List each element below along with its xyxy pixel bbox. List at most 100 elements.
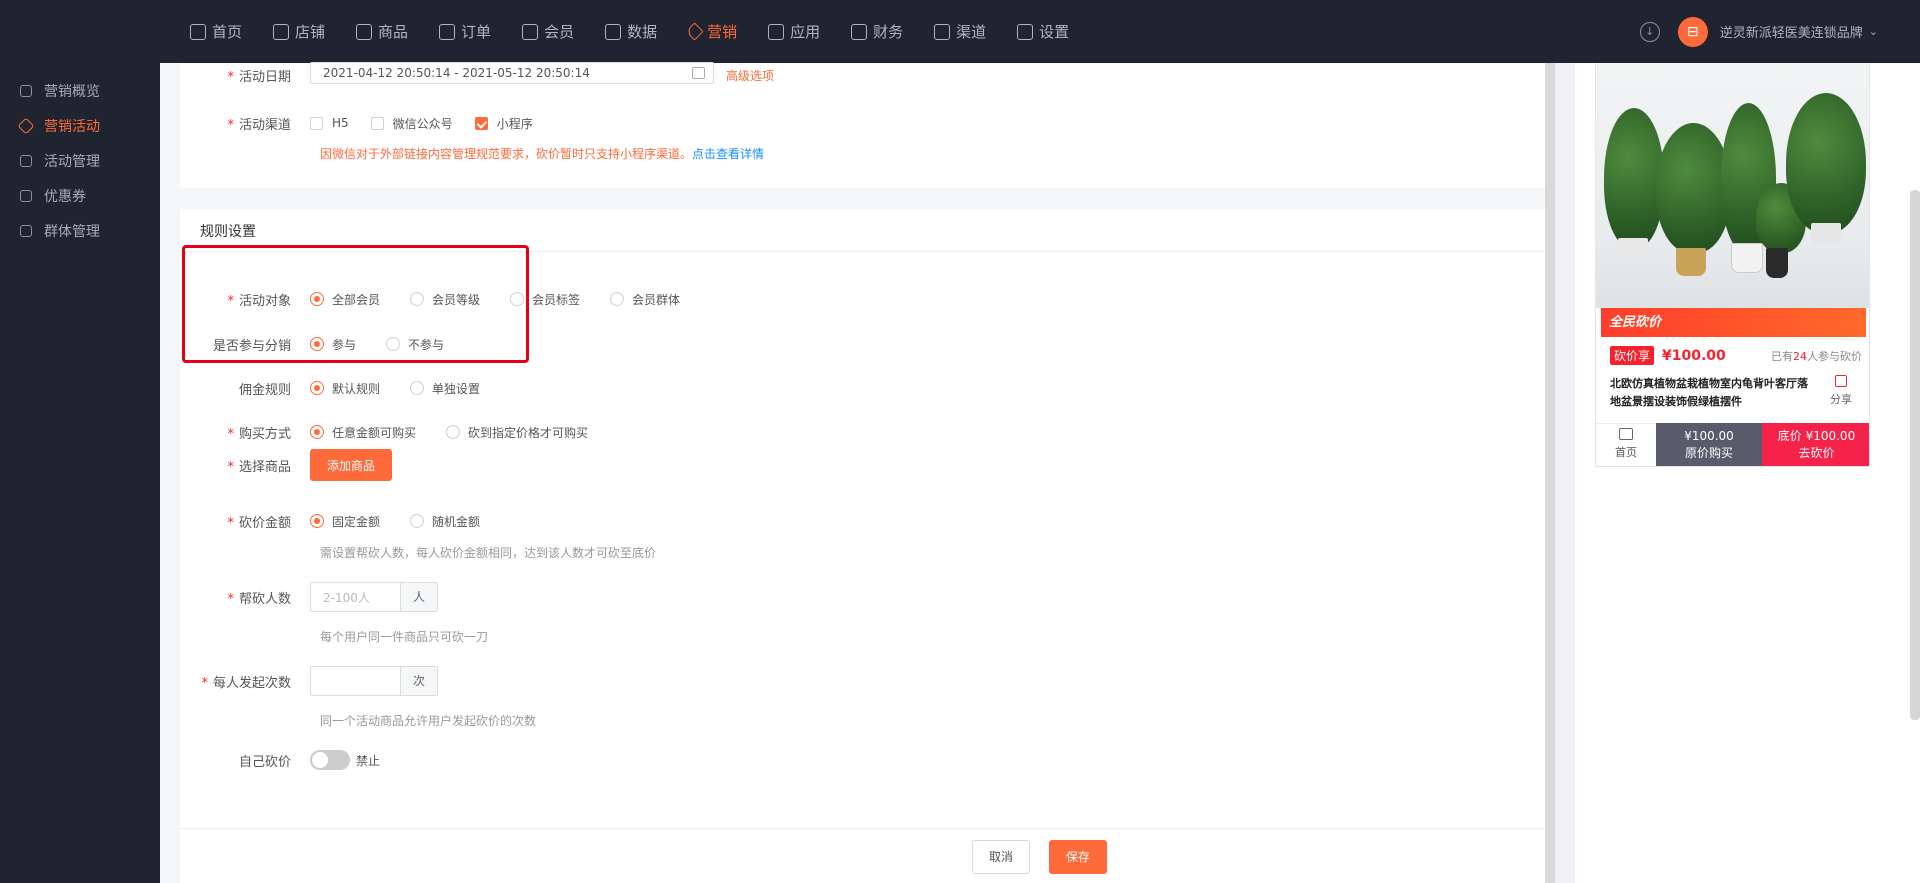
advanced-options-link[interactable]: 高级选项 [726, 67, 774, 84]
store-icon [1619, 428, 1633, 440]
store-name[interactable]: 逆灵新派轻医美连锁品牌 [1720, 22, 1863, 41]
helpers-input-group: 2-100人 人 [310, 582, 438, 612]
main-content: * 活动日期 2021-04-12 20:50:14 - 2021-05-12 2… [160, 62, 1545, 883]
overview-icon [20, 84, 32, 97]
main-scrollbar[interactable] [1545, 63, 1555, 883]
channel-wechat-checkbox[interactable]: 微信公众号 [370, 115, 453, 132]
price-row: 砍价享 ¥100.00 已有24人参与砍价 [1610, 346, 1862, 365]
save-button[interactable]: 保存 [1049, 840, 1107, 874]
radio-purchase-floor[interactable]: 砍到指定价格才可购买 [446, 424, 588, 441]
member-icon [522, 23, 539, 40]
gear-icon [1017, 23, 1034, 40]
nav-item-finance[interactable]: 财务 [851, 21, 903, 42]
plant-leaves [1656, 123, 1731, 253]
nav-item-settings[interactable]: 设置 [1017, 21, 1069, 42]
helpers-row: * 帮砍人数 2-100人 人 [180, 582, 438, 612]
plant-pot [1811, 223, 1841, 245]
commission-row: 佣金规则 默认规则 单独设置 [238, 380, 481, 398]
finance-icon [851, 23, 868, 40]
channel-miniprogram-checkbox[interactable]: 小程序 [474, 115, 533, 132]
plant-pot [1766, 248, 1788, 278]
radio-amount-random[interactable]: 随机金额 [410, 513, 480, 530]
view-details-link[interactable]: 点击查看详情 [692, 147, 764, 161]
product-title: 北欧仿真植物盆栽植物室内龟背叶客厅落 地盆景摆设装饰假绿植摆件 [1610, 377, 1808, 408]
date-row: * 活动日期 2021-04-12 20:50:14 - 2021-05-12 2… [180, 62, 774, 87]
home-icon [190, 23, 206, 40]
basic-info-card: * 活动日期 2021-04-12 20:50:14 - 2021-05-12 2… [180, 62, 1545, 188]
amount-hint: 需设置帮砍人数，每人砍价金额相同，达到该人数才可砍至底价 [320, 546, 657, 560]
helpers-hint: 每个用户同一件商品只可砍一刀 [320, 630, 489, 644]
add-product-button[interactable]: 添加商品 [310, 449, 393, 481]
order-icon [439, 23, 456, 40]
channel-row: * 活动渠道 H5 微信公众号 小程序 [227, 115, 533, 133]
go-bargain-button[interactable]: 底价 ¥100.00 去砍价 [1762, 423, 1869, 466]
sidebar-item-coupons[interactable]: 优惠券 [0, 178, 160, 213]
plant-pot [1731, 243, 1763, 273]
cancel-button[interactable]: 取消 [972, 840, 1030, 874]
channel-icon [934, 23, 951, 40]
nav-item-channels[interactable]: 渠道 [934, 21, 986, 42]
launches-unit: 次 [400, 666, 438, 696]
preview-home-button[interactable]: 首页 [1596, 423, 1656, 466]
download-icon[interactable]: ↓ [1639, 21, 1660, 42]
promo-banner: 全民砍价 [1601, 308, 1866, 337]
radio-commission-default[interactable]: 默认规则 [310, 380, 380, 397]
section-title-rules: 规则设置 [200, 224, 256, 240]
chart-icon [605, 23, 622, 40]
highlight-box [182, 245, 529, 363]
phone-preview: 全民砍价 砍价享 ¥100.00 已有24人参与砍价 北欧仿真植物盆栽植物室内龟… [1595, 63, 1870, 467]
coupon-icon [20, 189, 32, 202]
product-row: * 选择商品 添加商品 [180, 449, 393, 481]
sidebar-item-activity-management[interactable]: 活动管理 [0, 143, 160, 178]
nav-item-orders[interactable]: 订单 [439, 21, 491, 42]
nav-item-data[interactable]: 数据 [605, 21, 657, 42]
radio-member-group[interactable]: 会员群体 [610, 291, 680, 308]
launches-row: * 每人发起次数 次 [180, 666, 438, 696]
store-avatar[interactable]: ⊟ [1677, 16, 1708, 47]
chevron-down-icon[interactable]: ⌄ [1869, 25, 1878, 38]
product-image [1596, 63, 1869, 308]
preview-scrollbar[interactable] [1910, 190, 1920, 720]
calendar-icon[interactable] [692, 67, 705, 79]
radio-purchase-any[interactable]: 任意金额可购买 [310, 424, 416, 441]
sidebar-item-overview[interactable]: 营销概览 [0, 73, 160, 108]
nav-item-marketing[interactable]: 营销 [685, 21, 737, 42]
plant-pot [1676, 248, 1706, 276]
participants-count: 已有24人参与砍价 [1771, 349, 1862, 363]
self-bargain-row: 自己砍价 禁止 [180, 749, 380, 771]
preview-panel: 全民砍价 砍价享 ¥100.00 已有24人参与砍价 北欧仿真植物盆栽植物室内龟… [1575, 63, 1920, 883]
radio-amount-fixed[interactable]: 固定金额 [310, 513, 380, 530]
list-icon [20, 154, 32, 167]
launches-count-input[interactable] [310, 666, 400, 696]
radio-commission-custom[interactable]: 单独设置 [410, 380, 480, 397]
sidebar-item-groups[interactable]: 群体管理 [0, 213, 160, 248]
nav-item-home[interactable]: 首页 [190, 21, 242, 42]
nav-item-apps[interactable]: 应用 [768, 21, 820, 42]
date-range-input[interactable]: 2021-04-12 20:50:14 - 2021-05-12 20:50:1… [310, 62, 714, 84]
bargain-tag: 砍价享 [1610, 346, 1655, 365]
top-right-area: ↓ ⊟ 逆灵新派轻医美连锁品牌 ⌄ [1639, 0, 1878, 63]
share-button[interactable]: 分享 [1830, 375, 1852, 407]
sidebar-item-campaigns[interactable]: 营销活动 [0, 108, 160, 143]
sidebar: 营销概览 营销活动 活动管理 优惠券 群体管理 [0, 63, 160, 883]
bargain-price: ¥100.00 [1662, 347, 1726, 364]
buy-original-button[interactable]: ¥100.00 原价购买 [1656, 423, 1762, 466]
helpers-count-input[interactable]: 2-100人 [310, 582, 400, 612]
channel-h5-checkbox[interactable]: H5 [310, 116, 349, 130]
plant-leaves [1786, 93, 1866, 233]
plant-pot [1618, 238, 1648, 256]
main-nav: 首页 店铺 商品 订单 会员 数据 营销 应用 财务 渠道 设置 [190, 0, 1100, 63]
share-icon [1835, 375, 1847, 387]
nav-item-store[interactable]: 店铺 [273, 21, 325, 42]
app-icon [768, 23, 785, 40]
nav-item-goods[interactable]: 商品 [356, 21, 408, 42]
preview-action-bar: 首页 ¥100.00 原价购买 底价 ¥100.00 去砍价 [1596, 423, 1869, 466]
amount-row: * 砍价金额 固定金额 随机金额 [227, 513, 481, 531]
self-bargain-toggle[interactable] [310, 750, 350, 770]
nav-item-members[interactable]: 会员 [522, 21, 574, 42]
tag-icon [685, 22, 704, 41]
group-icon [20, 224, 32, 237]
launches-input-group: 次 [310, 666, 438, 696]
tag-icon [17, 117, 35, 134]
helpers-unit: 人 [400, 582, 438, 612]
